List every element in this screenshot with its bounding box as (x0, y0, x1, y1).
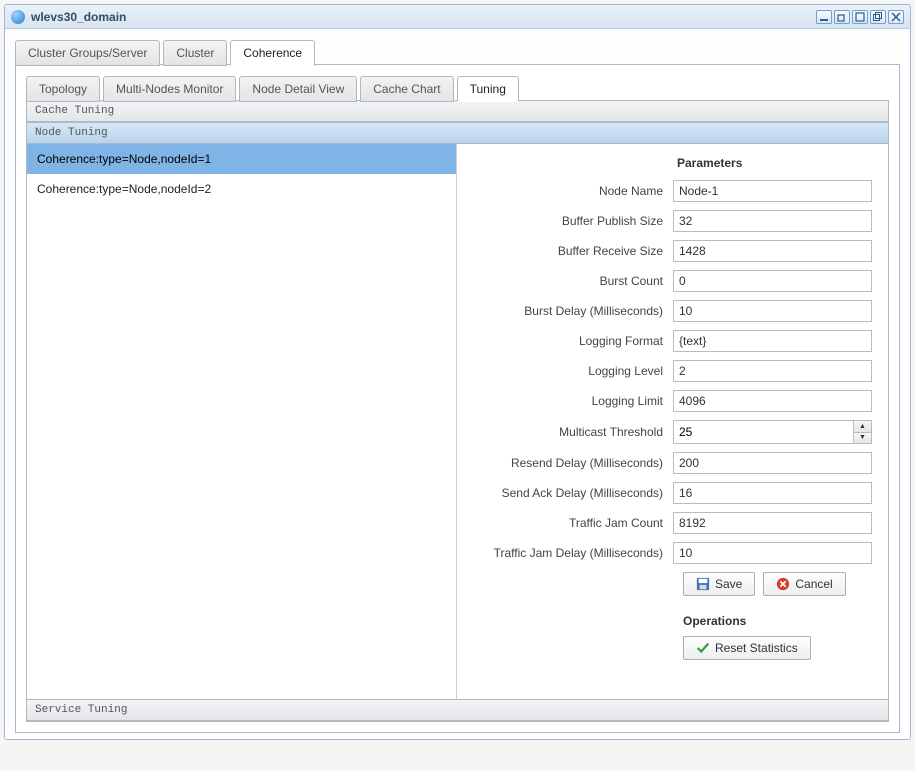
input-traffic-jam-delay[interactable] (673, 542, 872, 564)
cancel-button-label: Cancel (795, 577, 832, 591)
cancel-button[interactable]: Cancel (763, 572, 845, 596)
label-buffer-receive-size: Buffer Receive Size (477, 244, 673, 258)
operations-title: Operations (683, 614, 872, 628)
reset-statistics-button[interactable]: Reset Statistics (683, 636, 811, 660)
input-logging-limit[interactable] (673, 390, 872, 412)
label-logging-level: Logging Level (477, 364, 673, 378)
globe-icon (11, 10, 25, 24)
minimize-icon (819, 12, 829, 22)
titlebar: wlevs30_domain (5, 5, 910, 29)
spinner-multicast-threshold: ▲ ▼ (673, 420, 872, 444)
content-area: Cluster Groups/Server Cluster Coherence … (5, 29, 910, 739)
tab-topology[interactable]: Topology (26, 76, 100, 102)
tab-cache-chart[interactable]: Cache Chart (360, 76, 453, 102)
label-resend-delay: Resend Delay (Milliseconds) (477, 456, 673, 470)
label-multicast-threshold: Multicast Threshold (477, 425, 673, 439)
window-controls (816, 10, 904, 24)
label-buffer-publish-size: Buffer Publish Size (477, 214, 673, 228)
spinner-down-button[interactable]: ▼ (854, 433, 871, 444)
accordion-node-tuning[interactable]: Node Tuning (27, 122, 888, 144)
spinner-up-button[interactable]: ▲ (854, 421, 871, 433)
maximize-button[interactable] (852, 10, 868, 24)
input-logging-level[interactable] (673, 360, 872, 382)
input-node-name[interactable] (673, 180, 872, 202)
input-buffer-publish-size[interactable] (673, 210, 872, 232)
node-list: Coherence:type=Node,nodeId=1 Coherence:t… (27, 144, 457, 699)
label-send-ack-delay: Send Ack Delay (Milliseconds) (477, 486, 673, 500)
tab-tuning[interactable]: Tuning (457, 76, 519, 102)
tab-coherence[interactable]: Coherence (230, 40, 315, 66)
parameters-pane: Parameters Node Name Buffer Publish Size… (457, 144, 888, 699)
app-window: wlevs30_domain Cluster Groups/Server Clu… (4, 4, 911, 740)
tab-node-detail-view[interactable]: Node Detail View (239, 76, 357, 102)
tab-cluster-groups[interactable]: Cluster Groups/Server (15, 40, 160, 66)
reset-statistics-label: Reset Statistics (715, 641, 798, 655)
accordion-cache-tuning[interactable]: Cache Tuning (27, 101, 888, 122)
tab-cluster[interactable]: Cluster (163, 40, 227, 66)
close-button[interactable] (888, 10, 904, 24)
minimize-button[interactable] (816, 10, 832, 24)
node-item-2[interactable]: Coherence:type=Node,nodeId=2 (27, 174, 456, 204)
restore-down-button[interactable] (834, 10, 850, 24)
maximize-icon (855, 12, 865, 22)
cascade-icon (873, 12, 883, 22)
label-traffic-jam-count: Traffic Jam Count (477, 516, 673, 530)
accordion-service-tuning[interactable]: Service Tuning (27, 699, 888, 721)
outer-tabstrip: Cluster Groups/Server Cluster Coherence (15, 39, 900, 65)
label-burst-count: Burst Count (477, 274, 673, 288)
tab-multi-nodes-monitor[interactable]: Multi-Nodes Monitor (103, 76, 236, 102)
node-item-1[interactable]: Coherence:type=Node,nodeId=1 (27, 144, 456, 174)
label-traffic-jam-delay: Traffic Jam Delay (Milliseconds) (477, 546, 673, 560)
node-tuning-body: Coherence:type=Node,nodeId=1 Coherence:t… (27, 144, 888, 699)
check-icon (696, 641, 710, 655)
input-burst-delay[interactable] (673, 300, 872, 322)
inner-tabstrip: Topology Multi-Nodes Monitor Node Detail… (26, 75, 889, 101)
restore-button[interactable] (870, 10, 886, 24)
restore-down-icon (837, 12, 847, 22)
save-icon (696, 577, 710, 591)
input-buffer-receive-size[interactable] (673, 240, 872, 262)
label-logging-limit: Logging Limit (477, 394, 673, 408)
window-title: wlevs30_domain (31, 10, 816, 24)
input-burst-count[interactable] (673, 270, 872, 292)
input-resend-delay[interactable] (673, 452, 872, 474)
label-burst-delay: Burst Delay (Milliseconds) (477, 304, 673, 318)
input-send-ack-delay[interactable] (673, 482, 872, 504)
parameters-title: Parameters (677, 156, 872, 170)
label-logging-format: Logging Format (477, 334, 673, 348)
input-multicast-threshold[interactable] (674, 421, 853, 443)
cancel-icon (776, 577, 790, 591)
save-button[interactable]: Save (683, 572, 755, 596)
tuning-panel: Cache Tuning Node Tuning Coherence:type=… (26, 100, 889, 722)
save-button-label: Save (715, 577, 742, 591)
close-icon (891, 12, 901, 22)
label-node-name: Node Name (477, 184, 673, 198)
coherence-panel: Topology Multi-Nodes Monitor Node Detail… (15, 64, 900, 733)
input-logging-format[interactable] (673, 330, 872, 352)
input-traffic-jam-count[interactable] (673, 512, 872, 534)
